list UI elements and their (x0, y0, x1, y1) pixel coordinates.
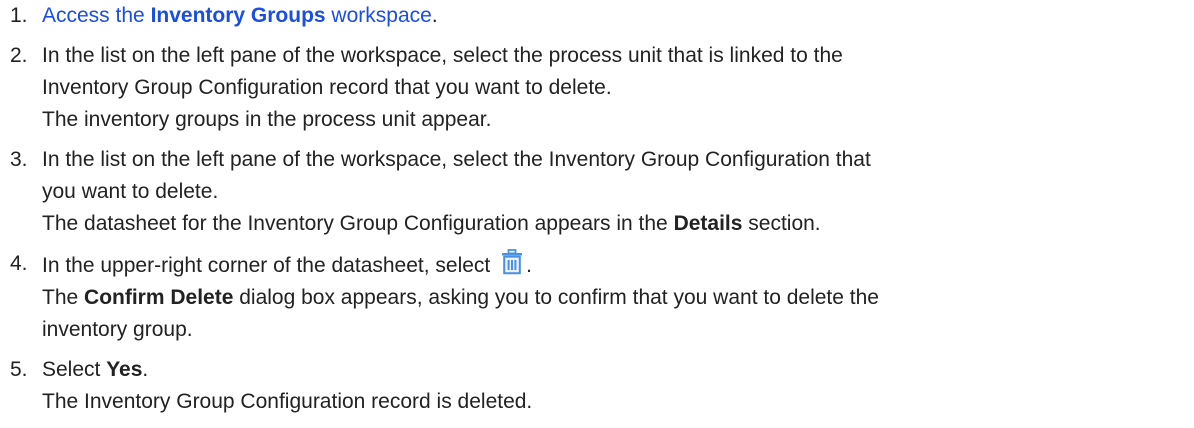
step-1: 1. Access the Inventory Groups workspace… (10, 0, 1186, 32)
step-result: The datasheet for the Inventory Group Co… (42, 208, 1186, 240)
step-number: 4. (10, 252, 28, 275)
inventory-groups-workspace-link[interactable]: Access the Inventory Groups workspace (42, 4, 432, 27)
step-result-line-2: inventory group. (42, 318, 193, 341)
confirm-delete-dialog-name: Confirm Delete (84, 286, 234, 309)
step-instruction: Access the Inventory Groups workspace. (42, 0, 1186, 32)
step-instruction-line-1: In the list on the left pane of the work… (42, 148, 871, 171)
step-body: Access the Inventory Groups workspace. (42, 0, 1186, 32)
instruction-suffix: . (142, 358, 149, 381)
step-body: In the list on the left pane of the work… (42, 144, 1186, 240)
step-number: 5. (10, 358, 28, 381)
result-suffix: dialog box appears, asking you to confir… (233, 286, 879, 309)
result-prefix: The datasheet for the Inventory Group Co… (42, 212, 674, 235)
step-instruction: Select Yes. (42, 354, 1186, 386)
step-instruction-line-2: you want to delete. (42, 180, 219, 203)
step-number: 3. (10, 148, 28, 171)
link-bold-text: Inventory Groups (150, 4, 326, 27)
step-4: 4. In the upper-right corner of the data… (10, 248, 1186, 346)
step-body: In the list on the left pane of the work… (42, 40, 1186, 136)
step-instruction-line-1: In the list on the left pane of the work… (42, 44, 843, 67)
after-icon-text: . (526, 254, 532, 277)
step-instruction-line-2: Inventory Group Configuration record tha… (42, 76, 612, 99)
yes-option-name: Yes (106, 358, 143, 381)
step-body: In the upper-right corner of the datashe… (42, 248, 1186, 346)
link-rest: workspace (325, 4, 432, 27)
instruction-prefix: Select (42, 358, 107, 381)
instruction-text: In the upper-right corner of the datashe… (42, 254, 497, 277)
trash-icon (502, 249, 523, 275)
result-prefix: The (42, 286, 85, 309)
link-prefix: Access the (42, 4, 151, 27)
details-section-name: Details (673, 212, 743, 235)
step-result: The inventory groups in the process unit… (42, 108, 492, 131)
step-result: The Inventory Group Configuration record… (42, 390, 533, 413)
result-suffix: section. (742, 212, 821, 235)
step-body: Select Yes. The Inventory Group Configur… (42, 354, 1186, 418)
step-result-line-1: The Confirm Delete dialog box appears, a… (42, 282, 1186, 314)
step-number: 1. (10, 4, 28, 27)
step-suffix: . (431, 4, 438, 27)
step-5: 5. Select Yes. The Inventory Group Confi… (10, 354, 1186, 418)
procedure-steps: 1. Access the Inventory Groups workspace… (0, 0, 1186, 418)
step-instruction: In the upper-right corner of the datashe… (42, 248, 1186, 282)
step-2: 2. In the list on the left pane of the w… (10, 40, 1186, 136)
step-3: 3. In the list on the left pane of the w… (10, 144, 1186, 240)
step-number: 2. (10, 44, 28, 67)
